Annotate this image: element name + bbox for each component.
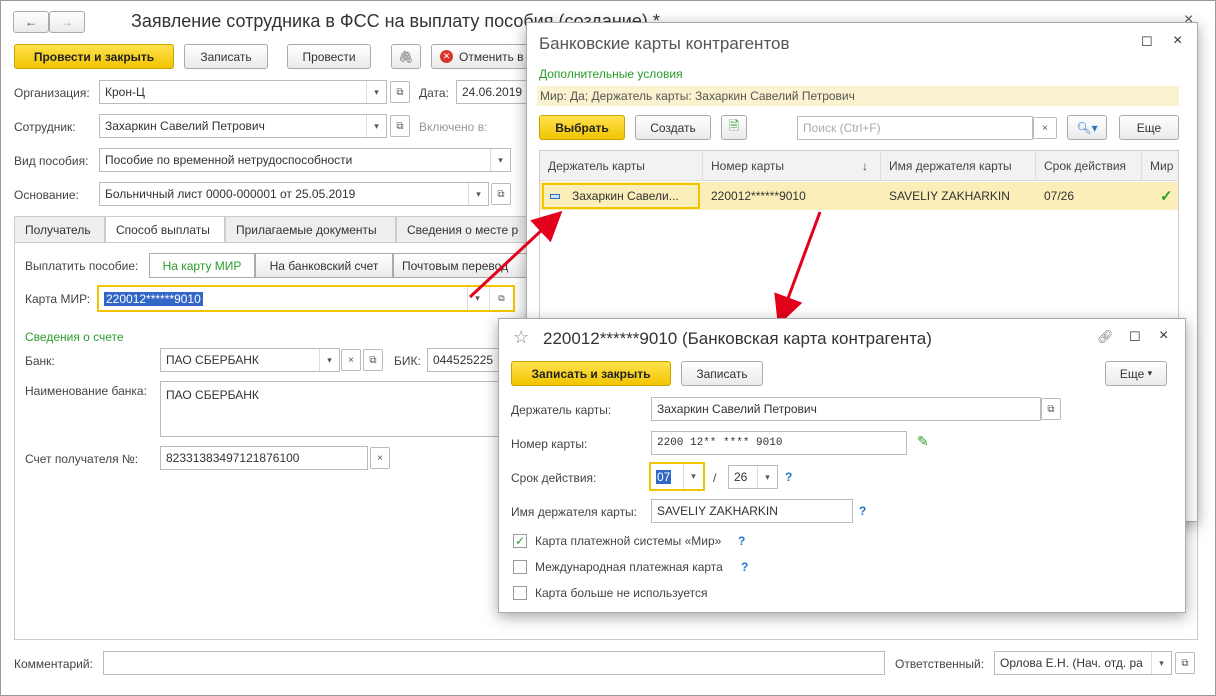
name-label: Имя держателя карты: <box>511 505 638 519</box>
number-field[interactable]: 2200 12** **** 9010 <box>651 431 907 455</box>
maximize-icon[interactable]: ☐ <box>1129 329 1141 345</box>
expiry-help-icon[interactable]: ? <box>785 470 792 484</box>
international-help-icon[interactable]: ? <box>741 560 748 574</box>
card-window-title: 220012******9010 (Банковская карта контр… <box>543 329 932 348</box>
chevron-down-icon[interactable]: ▾ <box>683 464 703 489</box>
close-icon[interactable]: × <box>1159 327 1168 345</box>
holder-open-button[interactable]: ⧉ <box>1041 398 1061 420</box>
save-and-close-button[interactable]: Записать и закрыть <box>511 361 671 386</box>
expiry-separator: / <box>713 471 717 485</box>
link-icon[interactable]: 🔗︎ <box>1097 329 1114 345</box>
international-checkbox[interactable] <box>513 560 527 574</box>
holder-value: Захаркин Савелий Петрович <box>657 402 817 416</box>
name-help-icon[interactable]: ? <box>859 504 866 518</box>
arrow-to-card <box>774 211 822 326</box>
more-button[interactable]: Еще ▾ <box>1105 361 1167 386</box>
international-checkbox-label: Международная платежная карта <box>535 560 723 574</box>
holder-label: Держатель карты: <box>511 403 612 417</box>
month-value: 07 <box>656 469 672 484</box>
chevron-down-icon: ▾ <box>1147 368 1153 378</box>
unused-checkbox[interactable] <box>513 586 527 600</box>
year-value: 26 <box>734 470 748 484</box>
holder-field[interactable]: Захаркин Савелий Петрович <box>651 397 1041 421</box>
save-button[interactable]: Записать <box>681 361 763 386</box>
edit-pencil-icon[interactable]: ✎ <box>917 433 929 450</box>
arrow-to-list <box>468 210 563 299</box>
year-field[interactable]: 26 ▾ <box>728 465 778 489</box>
favorite-star-icon[interactable]: ☆ <box>513 327 529 348</box>
number-label: Номер карты: <box>511 437 588 451</box>
unused-checkbox-label: Карта больше не используется <box>535 586 708 600</box>
card-detail-window: ☆ 220012******9010 (Банковская карта кон… <box>498 318 1186 613</box>
number-value: 2200 12** **** 9010 <box>657 437 783 449</box>
chevron-down-icon[interactable]: ▾ <box>757 466 777 488</box>
name-value: SAVELIY ZAKHARKIN <box>657 504 778 518</box>
mir-help-icon[interactable]: ? <box>738 534 745 548</box>
mir-checkbox[interactable]: ✓ <box>513 534 527 548</box>
name-field[interactable]: SAVELIY ZAKHARKIN <box>651 499 853 523</box>
mir-checkbox-label: Карта платежной системы «Мир» <box>535 534 722 548</box>
expiry-label: Срок действия: <box>511 471 597 485</box>
more-label: Еще <box>1119 366 1145 381</box>
month-field[interactable]: 07 ▾ <box>649 462 705 491</box>
